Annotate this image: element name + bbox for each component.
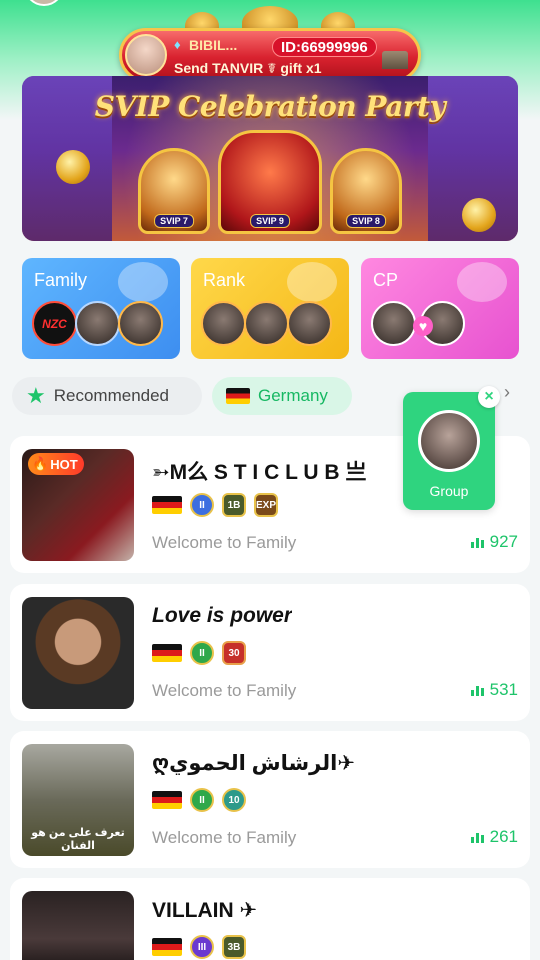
svip-celebration-banner[interactable]: SVIP Celebration Party SVIP 7 SVIP 9 SVI… — [22, 76, 518, 241]
country-filter-chip[interactable]: Germany — [212, 377, 352, 415]
star-icon: ★ — [26, 383, 46, 408]
level-badge: III — [190, 935, 214, 959]
family-list-item[interactable]: تعرف على من هو الفنان ღالرشاش الحموي✈ II… — [10, 731, 530, 868]
germany-flag-icon — [152, 791, 182, 809]
family-list-item[interactable]: VILLAIN ✈ III 3B — [10, 878, 530, 960]
family-category-card[interactable]: Family NZC — [22, 258, 180, 359]
germany-flag-icon — [226, 388, 250, 404]
family-list-item[interactable]: Love is power II 30 Welcome to Family 53… — [10, 584, 530, 721]
germany-flag-icon — [152, 938, 182, 956]
family-avatar — [75, 301, 120, 346]
floating-group-widget[interactable]: Group — [403, 392, 495, 510]
cp-avatar — [371, 301, 416, 346]
family-cover-photo — [22, 597, 134, 709]
level-badge: 30 — [222, 641, 246, 665]
category-label: CP — [373, 270, 399, 290]
group-avatar — [418, 410, 480, 472]
wings-decoration-icon — [457, 262, 507, 302]
dragon-emblem: SVIP 9 — [218, 130, 322, 234]
svip-badge: SVIP 7 — [154, 214, 194, 228]
chip-label: Recommended — [53, 386, 170, 405]
gift-room-id: ID:66999996 — [272, 37, 377, 57]
photo-caption: تعرف على من هو الفنان — [31, 827, 125, 852]
gift-message: Send TANVIR ☤ gift x1 — [174, 60, 322, 76]
member-count-value: 531 — [489, 680, 518, 699]
castle-gift-icon — [382, 51, 408, 69]
svip-badge: SVIP 8 — [346, 214, 386, 228]
activity-bars-icon — [470, 684, 484, 696]
rank-avatar — [244, 301, 289, 346]
family-description: Welcome to Family — [152, 681, 297, 700]
gift-sender-avatar — [125, 34, 167, 76]
close-icon[interactable]: × — [478, 386, 500, 408]
member-count: 261 — [470, 827, 518, 847]
gift-sender-name: BIBIL... — [189, 37, 238, 53]
member-count: 927 — [470, 532, 518, 552]
family-cover-photo — [22, 891, 134, 960]
family-cover-photo: تعرف على من هو الفنان — [22, 744, 134, 856]
coin-icon — [462, 198, 496, 232]
activity-bars-icon — [470, 536, 484, 548]
family-name: ღالرشاش الحموي✈ — [152, 752, 355, 775]
family-name: VILLAIN ✈ — [152, 899, 258, 922]
family-cover-photo: 🔥 HOT — [22, 449, 134, 561]
member-count-value: 927 — [489, 532, 518, 551]
level-badge: 1B — [222, 493, 246, 517]
family-avatar: NZC — [32, 301, 77, 346]
svip-badge: SVIP 9 — [250, 214, 290, 228]
coin-icon — [56, 150, 90, 184]
hot-badge: 🔥 HOT — [28, 453, 84, 475]
hot-label: HOT — [50, 456, 78, 472]
family-description: Welcome to Family — [152, 533, 297, 552]
cp-category-card[interactable]: CP ♥ — [361, 258, 519, 359]
category-label: Rank — [203, 270, 246, 290]
level-badge: EXP — [254, 493, 278, 517]
family-avatar — [118, 301, 163, 346]
flame-icon: 🔥 — [32, 456, 49, 471]
rank-avatar — [287, 301, 332, 346]
rank-category-card[interactable]: Rank — [191, 258, 349, 359]
level-badge: II — [190, 493, 214, 517]
banner-title: SVIP Celebration Party — [94, 90, 446, 123]
trophy-decoration-icon — [287, 262, 337, 302]
chip-label: Germany — [258, 386, 328, 405]
group-label: Group — [429, 483, 469, 499]
heart-icon: ♥ — [413, 316, 433, 336]
member-count: 531 — [470, 680, 518, 700]
tiger-emblem: SVIP 7 — [138, 148, 210, 234]
user-avatar-partial[interactable] — [24, 0, 64, 6]
level-badge: 3B — [222, 935, 246, 959]
activity-bars-icon — [470, 831, 484, 843]
family-description: Welcome to Family — [152, 828, 297, 847]
rank-avatar — [201, 301, 246, 346]
category-label: Family — [34, 270, 87, 290]
diamond-icon: ♦ — [174, 37, 181, 52]
level-badge: 10 — [222, 788, 246, 812]
gift-notification-banner[interactable]: ♦ BIBIL... ID:66999996 Send TANVIR ☤ gif… — [119, 28, 421, 82]
germany-flag-icon — [152, 496, 182, 514]
level-badge: II — [190, 641, 214, 665]
level-badge: II — [190, 788, 214, 812]
lion-emblem: SVIP 8 — [330, 148, 402, 234]
recommended-filter-chip[interactable]: ★ Recommended — [12, 377, 202, 415]
family-name: ➳M么 S T I C L U B 亗 — [152, 461, 367, 484]
family-name: Love is power — [152, 604, 293, 627]
crown-decoration-icon — [118, 262, 168, 302]
germany-flag-icon — [152, 644, 182, 662]
member-count-value: 261 — [489, 827, 518, 846]
